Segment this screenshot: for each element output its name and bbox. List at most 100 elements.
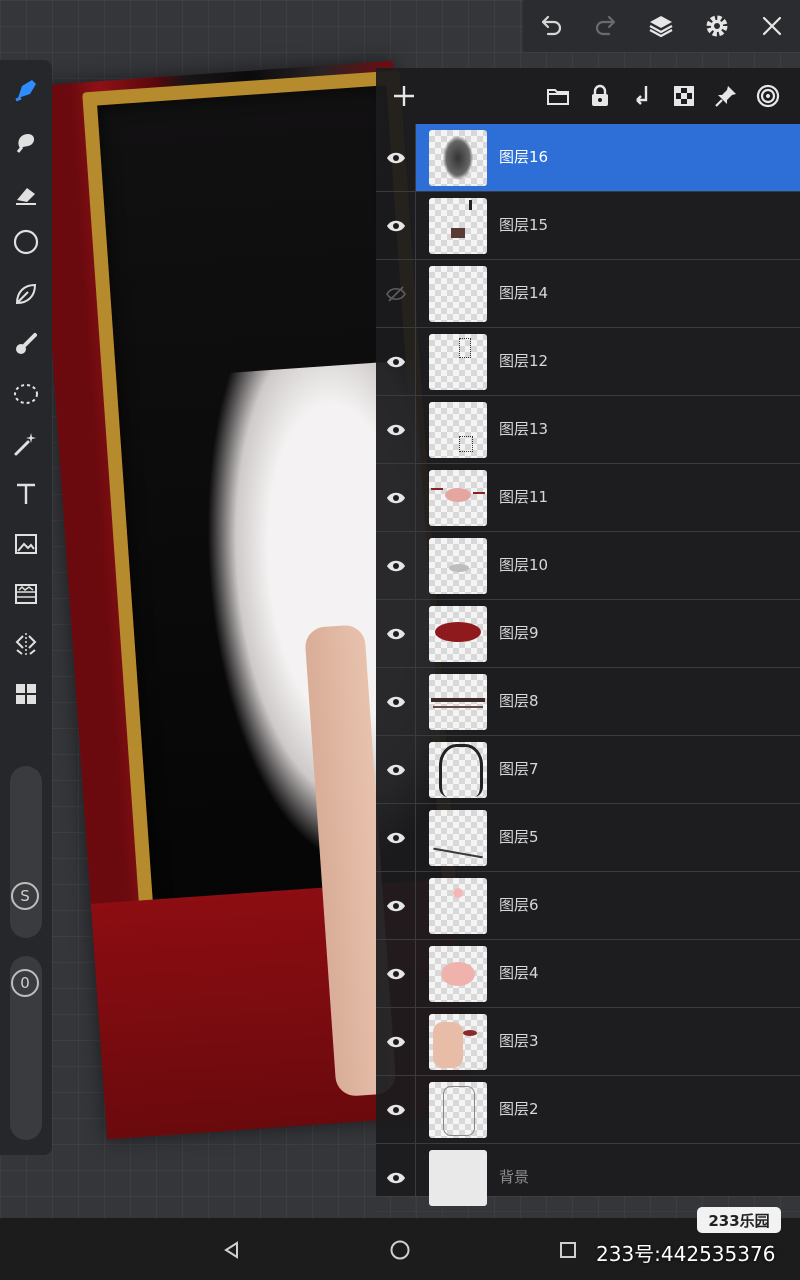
- layer-thumbnail: [429, 742, 487, 798]
- layer-row[interactable]: 图层12: [376, 328, 800, 396]
- layer-select-area[interactable]: 图层2: [416, 1076, 800, 1143]
- merge-down-icon[interactable]: [624, 78, 660, 114]
- brush-icon[interactable]: [6, 70, 46, 110]
- layers-panel: 图层16 图层15 图层14 图层12 图层13 图层11 图层10 图层9 图…: [376, 68, 800, 1212]
- layer-name: 图层3: [499, 1032, 539, 1050]
- redo-icon[interactable]: [586, 6, 626, 46]
- layer-select-area[interactable]: 图层15: [416, 192, 800, 259]
- layer-name: 图层10: [499, 556, 549, 574]
- layer-row[interactable]: 图层11: [376, 464, 800, 532]
- layer-thumbnail: [429, 538, 487, 594]
- image-icon[interactable]: [6, 524, 46, 564]
- eye-icon[interactable]: [376, 396, 416, 464]
- layer-select-area[interactable]: 图层9: [416, 600, 800, 667]
- watermark-logo: 233乐园: [697, 1207, 781, 1233]
- eye-hidden-icon[interactable]: [376, 260, 416, 328]
- layer-thumbnail: [429, 1082, 487, 1138]
- layer-select-area[interactable]: 图层10: [416, 532, 800, 599]
- dropper-icon[interactable]: [6, 324, 46, 364]
- layer-name: 图层2: [499, 1100, 539, 1118]
- folder-icon[interactable]: [540, 78, 576, 114]
- close-icon[interactable]: [752, 6, 792, 46]
- eye-icon[interactable]: [376, 600, 416, 668]
- layer-select-area[interactable]: 图层14: [416, 260, 800, 327]
- dashed-selection-icon[interactable]: [6, 374, 46, 414]
- eye-icon[interactable]: [376, 736, 416, 804]
- layer-row[interactable]: 图层13: [376, 396, 800, 464]
- layer-thumbnail: [429, 266, 487, 322]
- layers-icon[interactable]: [641, 6, 681, 46]
- layer-name: 图层13: [499, 420, 549, 438]
- target-icon[interactable]: [750, 78, 786, 114]
- symmetry-icon[interactable]: [6, 624, 46, 664]
- top-toolbar: [523, 0, 800, 52]
- layer-thumbnail: [429, 810, 487, 866]
- layer-row[interactable]: 图层2: [376, 1076, 800, 1144]
- eye-icon[interactable]: [376, 328, 416, 396]
- gear-icon[interactable]: [697, 6, 737, 46]
- text-icon[interactable]: [6, 474, 46, 514]
- recents-square-icon[interactable]: [552, 1234, 584, 1266]
- layer-select-area[interactable]: 图层4: [416, 940, 800, 1007]
- layer-select-area[interactable]: 图层8: [416, 668, 800, 735]
- pin-icon[interactable]: [708, 78, 744, 114]
- layer-name: 图层6: [499, 896, 539, 914]
- transparency-icon[interactable]: [666, 78, 702, 114]
- layers-panel-header: [376, 68, 800, 124]
- eye-icon[interactable]: [376, 464, 416, 532]
- eye-icon[interactable]: [376, 940, 416, 1008]
- layer-row[interactable]: 图层3: [376, 1008, 800, 1076]
- eye-icon[interactable]: [376, 1008, 416, 1076]
- layer-row[interactable]: 图层6: [376, 872, 800, 940]
- layer-select-area[interactable]: 图层12: [416, 328, 800, 395]
- home-circle-icon[interactable]: [384, 1234, 416, 1266]
- layer-select-area[interactable]: 图层5: [416, 804, 800, 871]
- layer-thumbnail: [429, 946, 487, 1002]
- layer-thumbnail: [429, 1014, 487, 1070]
- plus-icon[interactable]: [388, 80, 420, 112]
- eye-icon[interactable]: [376, 532, 416, 600]
- layer-row[interactable]: 图层5: [376, 804, 800, 872]
- eye-icon[interactable]: [376, 1076, 416, 1144]
- layer-select-area[interactable]: 背景: [416, 1144, 800, 1211]
- brush-size-slider[interactable]: [10, 766, 42, 938]
- eye-icon[interactable]: [376, 872, 416, 940]
- eye-icon[interactable]: [376, 668, 416, 736]
- layer-row[interactable]: 图层4: [376, 940, 800, 1008]
- lock-icon[interactable]: [582, 78, 618, 114]
- layer-row[interactable]: 图层14: [376, 260, 800, 328]
- layer-thumbnail: [429, 606, 487, 662]
- layer-select-area[interactable]: 图层6: [416, 872, 800, 939]
- layer-thumbnail: [429, 470, 487, 526]
- eye-icon[interactable]: [376, 1144, 416, 1212]
- layer-row[interactable]: 图层7: [376, 736, 800, 804]
- layer-row[interactable]: 图层15: [376, 192, 800, 260]
- grid-icon[interactable]: [6, 674, 46, 714]
- layer-row[interactable]: 图层10: [376, 532, 800, 600]
- eye-icon[interactable]: [376, 124, 416, 192]
- layer-select-area[interactable]: 图层3: [416, 1008, 800, 1075]
- layer-name: 图层9: [499, 624, 539, 642]
- adjust-icon[interactable]: [6, 574, 46, 614]
- back-triangle-icon[interactable]: [216, 1234, 248, 1266]
- layer-row[interactable]: 图层16: [376, 124, 800, 192]
- eraser-icon[interactable]: [6, 174, 46, 214]
- eye-icon[interactable]: [376, 192, 416, 260]
- undo-icon[interactable]: [531, 6, 571, 46]
- layer-name: 图层5: [499, 828, 539, 846]
- magic-wand-icon[interactable]: [6, 424, 46, 464]
- layer-thumbnail: [429, 674, 487, 730]
- layer-select-area[interactable]: 图层11: [416, 464, 800, 531]
- opacity-knob[interactable]: 0: [11, 969, 39, 997]
- layer-row[interactable]: 图层9: [376, 600, 800, 668]
- eye-icon[interactable]: [376, 804, 416, 872]
- layer-select-area[interactable]: 图层7: [416, 736, 800, 803]
- circle-icon[interactable]: [6, 222, 46, 262]
- layer-select-area[interactable]: 图层16: [416, 124, 800, 191]
- leaf-icon[interactable]: [6, 274, 46, 314]
- brush-size-knob[interactable]: S: [11, 882, 39, 910]
- background-layer-row[interactable]: 背景: [376, 1144, 800, 1212]
- smudge-icon[interactable]: [6, 122, 46, 162]
- layer-row[interactable]: 图层8: [376, 668, 800, 736]
- layer-select-area[interactable]: 图层13: [416, 396, 800, 463]
